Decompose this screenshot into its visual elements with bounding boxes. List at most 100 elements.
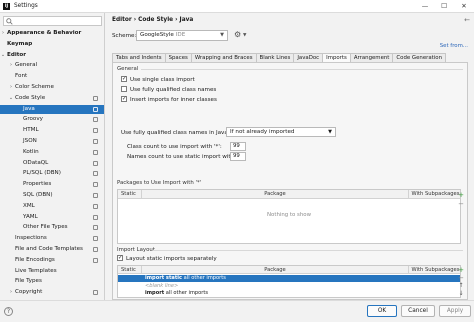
- minimize-button[interactable]: —: [416, 1, 434, 12]
- section-divider: [153, 250, 463, 251]
- project-scope-icon: [93, 106, 98, 112]
- add-icon[interactable]: +: [457, 191, 465, 199]
- section-divider: [141, 69, 463, 70]
- names-count-input[interactable]: 99: [230, 152, 246, 161]
- sidebar-item-label: File Encodings: [15, 256, 55, 263]
- sidebar-item-odataql[interactable]: ODataQL: [0, 159, 104, 168]
- sidebar-item-label: SQL (DBN): [23, 192, 53, 198]
- sidebar-item-label: Kotlin: [23, 148, 39, 155]
- cancel-button[interactable]: Cancel: [401, 305, 435, 317]
- use-fully-qualified-class-names-checkbox-row[interactable]: Use fully qualified class names: [121, 85, 216, 95]
- sidebar-item-label: PL/SQL (DBN): [23, 170, 61, 177]
- apply-button[interactable]: Apply: [439, 305, 471, 317]
- sidebar-item-pl-sql-dbn[interactable]: PL/SQL (DBN): [0, 169, 104, 178]
- project-scope-icon: [93, 257, 98, 263]
- move-up-icon[interactable]: ↑: [457, 282, 465, 290]
- chevron-down-icon: ▼: [328, 129, 332, 135]
- reset-arrow-icon[interactable]: ←: [464, 16, 470, 24]
- use-single-class-import-label: Use single class import: [130, 77, 195, 83]
- remove-icon[interactable]: −: [457, 274, 465, 282]
- column-with-subpackages[interactable]: With Subpackages: [409, 266, 462, 274]
- sidebar-item-groovy[interactable]: Groovy: [0, 115, 104, 124]
- settings-search-input[interactable]: [3, 16, 102, 26]
- help-icon[interactable]: ?: [4, 307, 13, 316]
- sidebar-item-appearance-behavior[interactable]: › Appearance & Behavior: [0, 29, 104, 38]
- sidebar-item-yaml[interactable]: YAML: [0, 213, 104, 222]
- import-entry-text: <blank line>: [145, 282, 179, 289]
- chevron-right-icon[interactable]: ›: [8, 61, 14, 70]
- app-icon: IJ: [3, 3, 10, 10]
- chevron-down-icon[interactable]: ⌄: [8, 94, 14, 103]
- sidebar-item-xml[interactable]: XML: [0, 202, 104, 211]
- sidebar-item-label: Appearance & Behavior: [7, 30, 82, 36]
- sidebar-item-color-scheme[interactable]: › Color Scheme: [0, 83, 104, 92]
- sidebar-item-java[interactable]: Java: [0, 104, 104, 114]
- project-scope-icon: [93, 182, 98, 188]
- static-separately-label: Layout static imports separately: [126, 256, 217, 262]
- use-fully-qualified-class-names-checkbox[interactable]: [121, 85, 127, 92]
- chevron-right-icon[interactable]: ›: [0, 29, 6, 38]
- sidebar-item-label: Copyright: [15, 289, 43, 296]
- chevron-right-icon[interactable]: ›: [8, 288, 14, 297]
- sidebar-item-font[interactable]: Font: [0, 72, 104, 81]
- sidebar-item-html[interactable]: HTML: [0, 126, 104, 135]
- column-with-subpackages[interactable]: With Subpackages: [409, 190, 462, 199]
- sidebar-item-properties[interactable]: Properties: [0, 180, 104, 189]
- class-count-input[interactable]: 99: [230, 142, 246, 151]
- static-separately-checkbox[interactable]: ✓: [117, 254, 123, 261]
- add-icon[interactable]: +: [457, 266, 465, 274]
- scheme-select[interactable]: GoogleStyle IDE ▼: [136, 30, 228, 41]
- set-from-link[interactable]: Set from...: [440, 43, 468, 49]
- window-title: Settings: [14, 3, 38, 9]
- sidebar-item-label: File and Code Templates: [15, 246, 83, 252]
- chevron-down-icon[interactable]: ▼: [243, 33, 246, 38]
- remove-icon[interactable]: −: [457, 200, 465, 208]
- sidebar-item-inspections[interactable]: Inspections: [0, 234, 104, 243]
- sidebar-item-file-and-code-templates[interactable]: File and Code Templates: [0, 245, 104, 254]
- table-row[interactable]: import static all other imports: [118, 275, 460, 282]
- sidebar-item-label: HTML: [23, 127, 39, 134]
- scheme-suffix: IDE: [175, 32, 186, 38]
- sidebar-item-general[interactable]: › General: [0, 61, 104, 70]
- project-scope-icon: [93, 171, 98, 177]
- insert-imports-for-inner-classes-checkbox[interactable]: ✓: [121, 95, 127, 102]
- sidebar-item-file-encodings[interactable]: File Encodings: [0, 256, 104, 265]
- packages-toolbar: + −: [457, 191, 465, 211]
- sidebar-item-label: Properties: [23, 181, 52, 188]
- close-button[interactable]: ✕: [455, 1, 473, 12]
- sidebar-item-kotlin[interactable]: Kotlin: [0, 148, 104, 157]
- column-static[interactable]: Static: [118, 190, 142, 199]
- sidebar-item-other-file-types[interactable]: Other File Types: [0, 223, 104, 232]
- sidebar-item-live-templates[interactable]: Live Templates: [0, 267, 104, 276]
- use-single-class-import-checkbox-row[interactable]: ✓ Use single class import: [121, 75, 195, 85]
- table-row[interactable]: <blank line>: [118, 283, 460, 290]
- project-scope-icon: [93, 160, 98, 166]
- sidebar-item-json[interactable]: JSON: [0, 137, 104, 146]
- gear-icon[interactable]: ⚙: [234, 30, 241, 39]
- sidebar-item-code-style[interactable]: ⌄ Code Style: [0, 94, 104, 103]
- maximize-button[interactable]: ☐: [435, 1, 453, 12]
- title-bar: IJ Settings — ☐ ✕: [0, 0, 474, 13]
- column-package[interactable]: Package: [142, 190, 409, 199]
- ok-button[interactable]: OK: [367, 305, 397, 317]
- sidebar-item-keymap[interactable]: Keymap: [0, 40, 104, 49]
- static-separately-checkbox-row[interactable]: ✓ Layout static imports separately: [117, 254, 217, 264]
- column-static[interactable]: Static: [118, 266, 142, 274]
- sidebar-item-file-types[interactable]: File Types: [0, 277, 104, 286]
- class-count-label: Class count to use import with '*':: [127, 144, 222, 150]
- sidebar-item-sql-dbn[interactable]: SQL (DBN): [0, 191, 104, 200]
- sidebar-item-editor[interactable]: ⌄ Editor: [0, 51, 104, 60]
- chevron-down-icon[interactable]: ⌄: [0, 51, 6, 60]
- insert-imports-for-inner-classes-checkbox-row[interactable]: ✓ Insert imports for inner classes: [121, 95, 217, 105]
- project-scope-icon: [93, 128, 98, 134]
- use-single-class-import-checkbox[interactable]: ✓: [121, 75, 127, 82]
- chevron-right-icon[interactable]: ›: [8, 83, 14, 92]
- table-row[interactable]: import all other imports: [118, 290, 460, 297]
- sidebar-item-copyright[interactable]: › Copyright: [0, 288, 104, 297]
- move-down-icon[interactable]: ↓: [457, 290, 465, 298]
- column-package[interactable]: Package: [142, 266, 409, 274]
- chevron-down-icon: ▼: [220, 32, 224, 38]
- project-scope-icon: [93, 95, 98, 101]
- fq-javadoc-select[interactable]: If not already imported ▼: [226, 127, 336, 137]
- import-layout-table-header: Static Package With Subpackages: [118, 266, 460, 274]
